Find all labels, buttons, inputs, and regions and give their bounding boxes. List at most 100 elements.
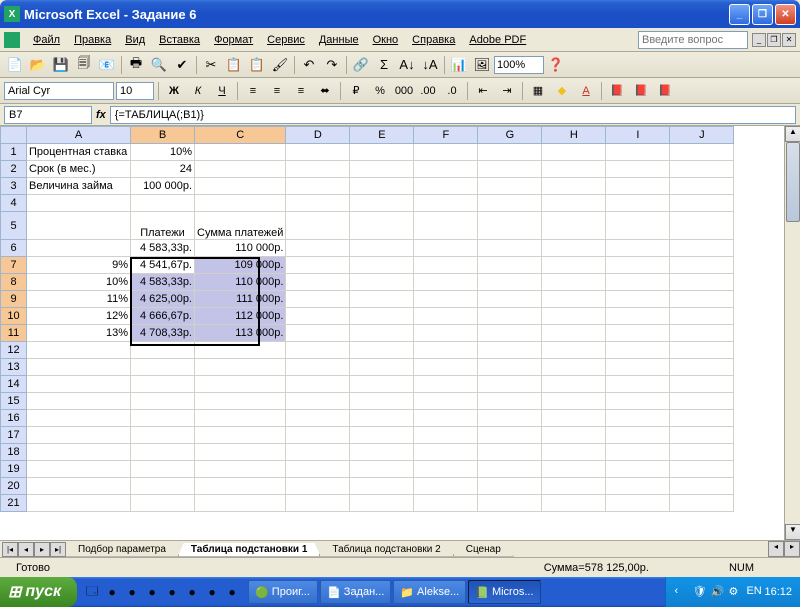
cell[interactable]: [414, 393, 478, 410]
decrease-decimal-icon[interactable]: .0: [441, 80, 463, 102]
row-header-4[interactable]: 4: [1, 195, 27, 212]
menu-view[interactable]: Вид: [118, 31, 152, 49]
paste-icon[interactable]: 📋: [246, 54, 268, 76]
horizontal-scrollbar[interactable]: [518, 541, 768, 557]
cell[interactable]: [350, 461, 414, 478]
row-header-1[interactable]: 1: [1, 144, 27, 161]
increase-indent-icon[interactable]: ⇥: [496, 80, 518, 102]
cell[interactable]: [606, 161, 670, 178]
tab-nav-first[interactable]: |◂: [2, 542, 18, 557]
cell[interactable]: [195, 359, 286, 376]
save-icon[interactable]: 💾: [50, 54, 72, 76]
cell[interactable]: [195, 144, 286, 161]
cell[interactable]: [27, 478, 131, 495]
col-header-A[interactable]: A: [27, 127, 131, 144]
cell[interactable]: [286, 257, 350, 274]
scroll-left-button[interactable]: ◂: [768, 541, 784, 557]
print-preview-icon[interactable]: 🔍: [148, 54, 170, 76]
fx-button[interactable]: fx: [96, 109, 106, 121]
cell[interactable]: [478, 444, 542, 461]
print-icon[interactable]: 🖶: [125, 54, 147, 76]
pdf-review-icon[interactable]: 📕: [654, 80, 676, 102]
cell[interactable]: [478, 427, 542, 444]
cell[interactable]: [606, 393, 670, 410]
cell[interactable]: [542, 495, 606, 512]
cell[interactable]: [542, 325, 606, 342]
cell[interactable]: [27, 393, 131, 410]
cell[interactable]: [542, 393, 606, 410]
cell[interactable]: [606, 444, 670, 461]
align-right-icon[interactable]: ≡: [290, 80, 312, 102]
cell[interactable]: [670, 478, 734, 495]
cell[interactable]: [131, 342, 195, 359]
cell[interactable]: [414, 240, 478, 257]
cell[interactable]: Сумма платежей: [195, 212, 286, 240]
cell[interactable]: [286, 325, 350, 342]
scroll-right-button[interactable]: ▸: [784, 541, 800, 557]
cell[interactable]: [286, 240, 350, 257]
sheet-tab[interactable]: Подбор параметра: [65, 543, 179, 557]
cell[interactable]: [606, 308, 670, 325]
comma-icon[interactable]: 000: [393, 80, 415, 102]
row-header-16[interactable]: 16: [1, 410, 27, 427]
cell[interactable]: [670, 257, 734, 274]
cell[interactable]: 13%: [27, 325, 131, 342]
cell[interactable]: 11%: [27, 291, 131, 308]
cell[interactable]: [350, 427, 414, 444]
cell[interactable]: [286, 195, 350, 212]
cell[interactable]: [286, 144, 350, 161]
row-header-6[interactable]: 6: [1, 240, 27, 257]
row-header-10[interactable]: 10: [1, 308, 27, 325]
cell[interactable]: [414, 461, 478, 478]
cell[interactable]: [27, 444, 131, 461]
ql-icon[interactable]: ●: [163, 583, 181, 601]
cell[interactable]: 110 000р.: [195, 240, 286, 257]
sheet-tab[interactable]: Таблица подстановки 2: [319, 543, 453, 557]
spelling-icon[interactable]: ✔: [171, 54, 193, 76]
cell[interactable]: [670, 410, 734, 427]
cell[interactable]: [195, 461, 286, 478]
cell[interactable]: [195, 342, 286, 359]
cell[interactable]: [670, 342, 734, 359]
cell[interactable]: [414, 427, 478, 444]
tray-lang-icon[interactable]: EN: [746, 585, 760, 599]
cell[interactable]: [350, 240, 414, 257]
cell[interactable]: [131, 393, 195, 410]
cell[interactable]: [670, 393, 734, 410]
cell[interactable]: [670, 274, 734, 291]
help-icon[interactable]: ❓: [545, 54, 567, 76]
row-header-7[interactable]: 7: [1, 257, 27, 274]
cell[interactable]: [606, 257, 670, 274]
cell[interactable]: [542, 257, 606, 274]
cell[interactable]: [670, 495, 734, 512]
cell[interactable]: [478, 308, 542, 325]
cell[interactable]: [286, 342, 350, 359]
cell[interactable]: [195, 195, 286, 212]
chart-wizard-icon[interactable]: 📊: [448, 54, 470, 76]
cell[interactable]: [350, 291, 414, 308]
cell[interactable]: [606, 461, 670, 478]
cell[interactable]: Платежи: [131, 212, 195, 240]
cell[interactable]: [350, 178, 414, 195]
cell[interactable]: [286, 178, 350, 195]
underline-button[interactable]: Ч: [211, 80, 233, 102]
copy-icon[interactable]: 📋: [223, 54, 245, 76]
show-desktop-icon[interactable]: 🗔: [83, 583, 101, 601]
font-name-box[interactable]: Arial Cyr: [4, 82, 114, 100]
row-header-13[interactable]: 13: [1, 359, 27, 376]
cell[interactable]: [350, 308, 414, 325]
cell[interactable]: [670, 240, 734, 257]
cell[interactable]: [670, 427, 734, 444]
cell[interactable]: [286, 359, 350, 376]
cell[interactable]: [606, 495, 670, 512]
cell[interactable]: [478, 461, 542, 478]
cut-icon[interactable]: ✂: [200, 54, 222, 76]
cell[interactable]: 12%: [27, 308, 131, 325]
row-header-11[interactable]: 11: [1, 325, 27, 342]
cell[interactable]: [27, 495, 131, 512]
cell[interactable]: [350, 325, 414, 342]
cell[interactable]: [27, 359, 131, 376]
cell[interactable]: [542, 461, 606, 478]
row-header-14[interactable]: 14: [1, 376, 27, 393]
tab-nav-last[interactable]: ▸|: [50, 542, 66, 557]
